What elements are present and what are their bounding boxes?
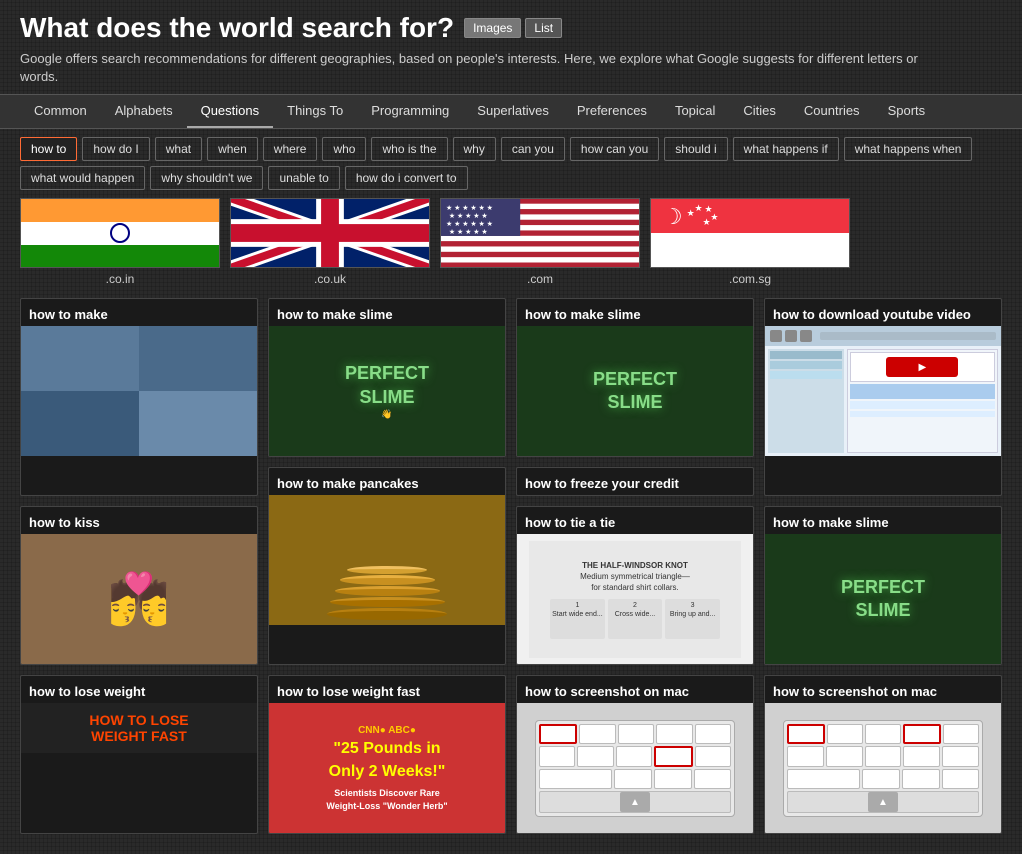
card-screenshot-mac-2[interactable]: how to screenshot on mac bbox=[764, 675, 1002, 834]
card-title: how to make slime bbox=[517, 299, 753, 326]
card-image-pancakes bbox=[269, 495, 505, 625]
flag-uk[interactable]: .co.uk bbox=[230, 198, 430, 286]
svg-text:★ ★ ★ ★ ★: ★ ★ ★ ★ ★ bbox=[449, 228, 488, 236]
card-how-to-make-pancakes[interactable]: how to make pancakes bbox=[268, 467, 506, 665]
filter-what-happens-if[interactable]: what happens if bbox=[733, 137, 839, 161]
flags-row: .co.in .co.uk bbox=[20, 198, 1002, 286]
flag-uk-label: .co.uk bbox=[314, 272, 346, 286]
filter-can-you[interactable]: can you bbox=[501, 137, 565, 161]
card-screenshot-mac-1[interactable]: how to screenshot on mac bbox=[516, 675, 754, 834]
svg-text:★: ★ bbox=[710, 213, 718, 223]
card-image-kiss: 💏 bbox=[21, 534, 257, 664]
card-image-loseweight: HOW TO LOSEWEIGHT FAST bbox=[21, 703, 257, 753]
nav-alphabets[interactable]: Alphabets bbox=[101, 95, 187, 128]
filter-unable-to[interactable]: unable to bbox=[268, 166, 339, 190]
filter-where[interactable]: where bbox=[263, 137, 318, 161]
card-title: how to download youtube video bbox=[765, 299, 1001, 326]
card-title: how to make slime bbox=[269, 299, 505, 326]
nav-topical[interactable]: Topical bbox=[661, 95, 729, 128]
card-how-to-make-slime-1[interactable]: how to make slime PERFECT SLIME 👋 bbox=[268, 298, 506, 457]
card-title: how to freeze your credit bbox=[517, 468, 753, 495]
card-title: how to make bbox=[21, 299, 257, 326]
list-button[interactable]: List bbox=[525, 18, 562, 38]
filter-how-to[interactable]: how to bbox=[20, 137, 77, 161]
svg-text:★ ★ ★ ★ ★ ★: ★ ★ ★ ★ ★ ★ bbox=[446, 205, 493, 213]
filter-what[interactable]: what bbox=[155, 137, 202, 161]
svg-text:★ ★ ★ ★ ★: ★ ★ ★ ★ ★ bbox=[449, 213, 488, 221]
filter-who[interactable]: who bbox=[322, 137, 366, 161]
card-how-to-kiss[interactable]: how to kiss 💏 bbox=[20, 506, 258, 665]
card-title: how to make pancakes bbox=[269, 468, 505, 495]
flag-us[interactable]: ★ ★ ★ ★ ★ ★ ★ ★ ★ ★ ★ ★ ★ ★ ★ ★ ★ ★ ★ ★ … bbox=[440, 198, 640, 286]
nav-programming[interactable]: Programming bbox=[357, 95, 463, 128]
card-tie-a-tie[interactable]: how to tie a tie THE HALF-WINDSOR KNOT M… bbox=[516, 506, 754, 665]
flag-us-label: .com bbox=[527, 272, 553, 286]
filter-what-happens-when[interactable]: what happens when bbox=[844, 137, 973, 161]
flag-sg-label: .com.sg bbox=[729, 272, 771, 286]
view-toggle: Images List bbox=[464, 18, 562, 38]
nav-countries[interactable]: Countries bbox=[790, 95, 874, 128]
header: What does the world search for? Images L… bbox=[0, 0, 1022, 94]
filter-why-shouldnt-we[interactable]: why shouldn't we bbox=[150, 166, 263, 190]
card-how-to-make-slime-2[interactable]: how to make slime PERFECT SLIME bbox=[516, 298, 754, 457]
header-description: Google offers search recommendations for… bbox=[20, 50, 920, 86]
svg-text:★ ★ ★ ★ ★ ★: ★ ★ ★ ★ ★ ★ bbox=[446, 220, 493, 228]
card-title: how to lose weight fast bbox=[269, 676, 505, 703]
filter-why[interactable]: why bbox=[453, 137, 496, 161]
filter-who-is-the[interactable]: who is the bbox=[371, 137, 447, 161]
main-nav: Common Alphabets Questions Things To Pro… bbox=[0, 94, 1022, 129]
card-how-to-make[interactable]: how to make bbox=[20, 298, 258, 496]
card-image-download: ▶ bbox=[765, 326, 1001, 456]
card-title: how to lose weight bbox=[21, 676, 257, 703]
card-download-youtube[interactable]: how to download youtube video bbox=[764, 298, 1002, 496]
svg-text:★: ★ bbox=[695, 204, 703, 214]
card-image-loseweightfast: CNN● ABC● "25 Pounds inOnly 2 Weeks!" Sc… bbox=[269, 703, 505, 833]
card-title: how to kiss bbox=[21, 507, 257, 534]
filter-when[interactable]: when bbox=[207, 137, 258, 161]
page-title: What does the world search for? bbox=[20, 12, 454, 44]
svg-text:★: ★ bbox=[687, 209, 695, 219]
card-title: how to tie a tie bbox=[517, 507, 753, 534]
filter-how-do-i-convert-to[interactable]: how do i convert to bbox=[345, 166, 468, 190]
filter-should-i[interactable]: should i bbox=[664, 137, 727, 161]
svg-text:☽: ☽ bbox=[663, 204, 683, 229]
nav-sports[interactable]: Sports bbox=[874, 95, 940, 128]
card-lose-weight[interactable]: how to lose weight HOW TO LOSEWEIGHT FAS… bbox=[20, 675, 258, 834]
filter-bar: how to how do I what when where who who … bbox=[0, 129, 1022, 198]
cards-grid: how to make how to make slime PERFECT SL… bbox=[20, 298, 1002, 834]
card-title: how to make slime bbox=[765, 507, 1001, 534]
main-content: .co.in .co.uk bbox=[0, 198, 1022, 854]
svg-text:★: ★ bbox=[702, 217, 710, 227]
card-image-tie: THE HALF-WINDSOR KNOT Medium symmetrical… bbox=[517, 534, 753, 664]
nav-common[interactable]: Common bbox=[20, 95, 101, 128]
card-freeze-credit[interactable]: how to freeze your credit bbox=[516, 467, 754, 496]
card-image-slime2: PERFECT SLIME bbox=[517, 326, 753, 456]
card-image-slime3: PERFECT SLIME bbox=[765, 534, 1001, 664]
images-button[interactable]: Images bbox=[464, 18, 521, 38]
nav-preferences[interactable]: Preferences bbox=[563, 95, 661, 128]
card-image-slime: PERFECT SLIME 👋 bbox=[269, 326, 505, 456]
card-title: how to screenshot on mac bbox=[517, 676, 753, 703]
flag-india[interactable]: .co.in bbox=[20, 198, 220, 286]
filter-how-can-you[interactable]: how can you bbox=[570, 137, 659, 161]
filter-how-do-i[interactable]: how do I bbox=[82, 137, 149, 161]
flag-sg[interactable]: ☽ ★ ★ ★ ★ ★ .com.sg bbox=[650, 198, 850, 286]
card-lose-weight-fast[interactable]: how to lose weight fast CNN● ABC● "25 Po… bbox=[268, 675, 506, 834]
card-how-to-make-slime-3[interactable]: how to make slime PERFECT SLIME bbox=[764, 506, 1002, 665]
nav-questions[interactable]: Questions bbox=[187, 95, 274, 128]
card-image-keyboard1: ▲ bbox=[517, 703, 753, 833]
nav-cities[interactable]: Cities bbox=[729, 95, 790, 128]
card-image-keyboard2: ▲ bbox=[765, 703, 1001, 833]
card-image-yarn bbox=[21, 326, 257, 456]
card-title: how to screenshot on mac bbox=[765, 676, 1001, 703]
filter-what-would-happen[interactable]: what would happen bbox=[20, 166, 145, 190]
flag-india-label: .co.in bbox=[106, 272, 135, 286]
nav-things-to[interactable]: Things To bbox=[273, 95, 357, 128]
nav-superlatives[interactable]: Superlatives bbox=[463, 95, 563, 128]
